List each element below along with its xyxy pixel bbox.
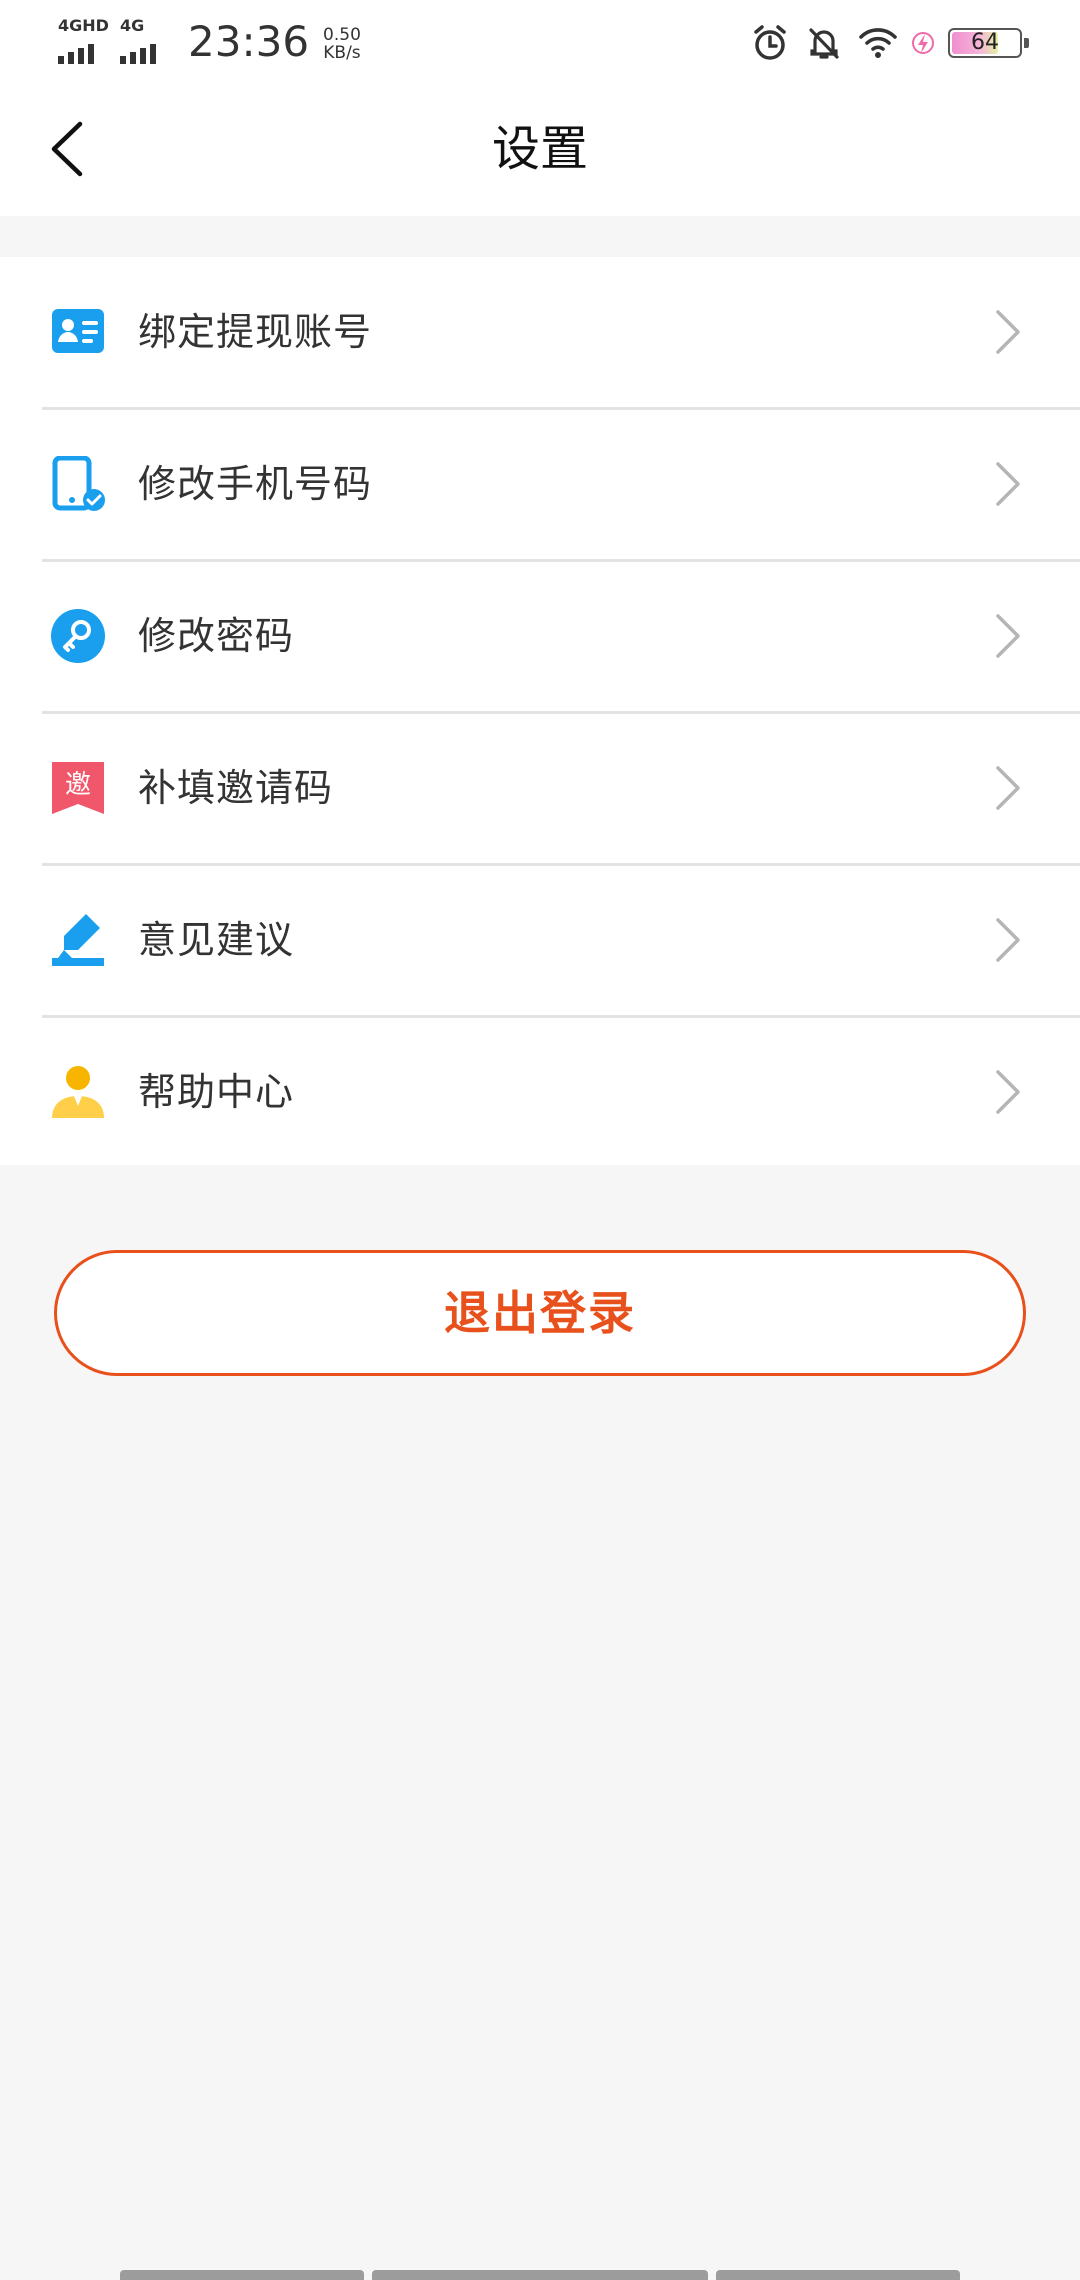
- wifi-icon: [859, 28, 897, 58]
- phone-verified-icon: [52, 456, 105, 511]
- alarm-icon: [754, 25, 786, 60]
- network-speed: 0.50 KB/s: [323, 26, 361, 68]
- nav-hint-right[interactable]: [716, 2270, 960, 2280]
- battery-icon: 64: [948, 28, 1029, 58]
- settings-list: 绑定提现账号 修改手机号码 修改密码 邀 补填邀请码 意见建议 帮助中心: [0, 257, 1080, 1165]
- battery-level: 64: [971, 30, 999, 55]
- menu-item-label: 帮助中心: [138, 1070, 295, 1114]
- menu-item-label: 意见建议: [138, 918, 295, 962]
- status-bar: 4GHD 4G 23:36 0.50 KB/s 64: [0, 0, 1080, 84]
- signal-icon: 4GHD: [58, 16, 109, 68]
- menu-item-label: 补填邀请码: [138, 766, 334, 810]
- menu-item-label: 绑定提现账号: [138, 310, 373, 354]
- chevron-right-icon: [996, 918, 1020, 962]
- invite-badge-text: 邀: [65, 770, 91, 800]
- id-card-icon: [52, 309, 104, 353]
- menu-item-help-center[interactable]: 帮助中心: [0, 1017, 1080, 1167]
- mute-bell-icon: [809, 28, 839, 59]
- page-title: 设置: [491, 121, 588, 177]
- menu-item-label: 修改密码: [138, 614, 295, 658]
- network-type-2: 4G: [120, 16, 145, 35]
- status-time: 23:36: [188, 17, 310, 66]
- invite-badge-icon: 邀: [52, 762, 104, 814]
- status-right: 64: [750, 22, 1029, 64]
- menu-item-label: 修改手机号码: [138, 462, 373, 506]
- menu-item-invite-code[interactable]: 邀 补填邀请码: [0, 713, 1080, 863]
- menu-item-change-password[interactable]: 修改密码: [0, 561, 1080, 711]
- speed-value: 0.50: [323, 25, 361, 45]
- charging-icon: [912, 32, 934, 54]
- menu-item-feedback[interactable]: 意见建议: [0, 865, 1080, 1015]
- top-app-bar: 设置: [0, 84, 1080, 216]
- chevron-right-icon: [996, 766, 1020, 810]
- signal-icon-2: 4G: [120, 18, 168, 68]
- menu-item-bind-withdraw-account[interactable]: 绑定提现账号: [0, 257, 1080, 407]
- nav-hint-center[interactable]: [372, 2270, 708, 2280]
- status-left: 4GHD 4G 23:36 0.50 KB/s: [58, 16, 361, 68]
- menu-item-change-phone[interactable]: 修改手机号码: [0, 409, 1080, 559]
- support-person-icon: [52, 1066, 104, 1118]
- network-type-1: 4GHD: [58, 16, 109, 35]
- pen-edit-icon: [52, 914, 104, 966]
- chevron-right-icon: [996, 310, 1020, 354]
- key-icon: [51, 609, 105, 663]
- speed-unit: KB/s: [323, 43, 361, 63]
- nav-hint-left[interactable]: [120, 2270, 364, 2280]
- logout-button[interactable]: 退出登录: [54, 1250, 1026, 1376]
- chevron-right-icon: [996, 462, 1020, 506]
- chevron-right-icon: [996, 614, 1020, 658]
- chevron-right-icon: [996, 1070, 1020, 1114]
